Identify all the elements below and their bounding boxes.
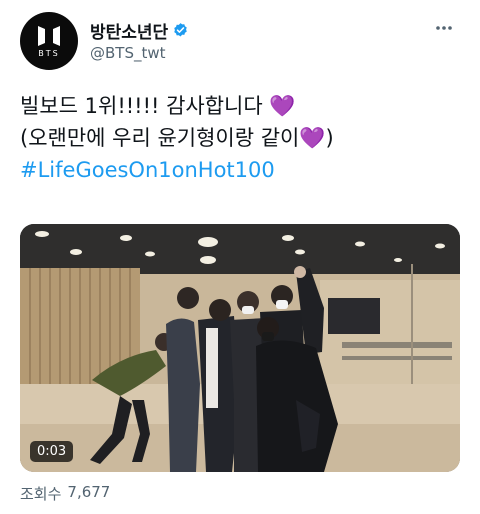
display-name-row: 방탄소년단 [90,18,189,43]
tweet-line-2: (오랜만에 우리 윤기형이랑 같이💜) [20,122,460,154]
avatar[interactable]: BTS [20,12,78,70]
avatar-logo-text: BTS [38,48,60,58]
author-names: 방탄소년단 @BTS_twt [90,18,189,62]
tweet-line-1: 빌보드 1위!!!!! 감사합니다 💜 [20,90,460,122]
tweet-text: 빌보드 1위!!!!! 감사합니다 💜 (오랜만에 우리 윤기형이랑 같이💜) … [20,90,460,186]
view-count: 조회수 7,677 [20,483,110,504]
purple-heart-emoji: 💜 [299,126,326,150]
author-handle[interactable]: @BTS_twt [90,44,189,62]
display-name[interactable]: 방탄소년단 [90,18,168,43]
purple-heart-emoji: 💜 [269,94,296,118]
tweet-header: BTS 방탄소년단 @BTS_twt [20,12,460,70]
hashtag-link[interactable]: #LifeGoesOn1onHot100 [20,154,460,186]
views-label: 조회수 [20,485,62,503]
tweet-line-1-text: 빌보드 1위!!!!! 감사합니다 [20,94,270,118]
views-count: 7,677 [67,483,111,501]
bts-logo-icon [38,25,60,46]
tweet-line-2-text: (오랜만에 우리 윤기형이랑 같이 [20,126,300,150]
tweet-line-2-end: ) [325,126,334,150]
verified-badge-icon [174,22,187,37]
video-duration-badge: 0:03 [30,441,74,462]
more-options-icon[interactable] [432,16,456,40]
video-player[interactable]: 0:03 [20,224,460,472]
video-thumbnail [20,224,460,472]
